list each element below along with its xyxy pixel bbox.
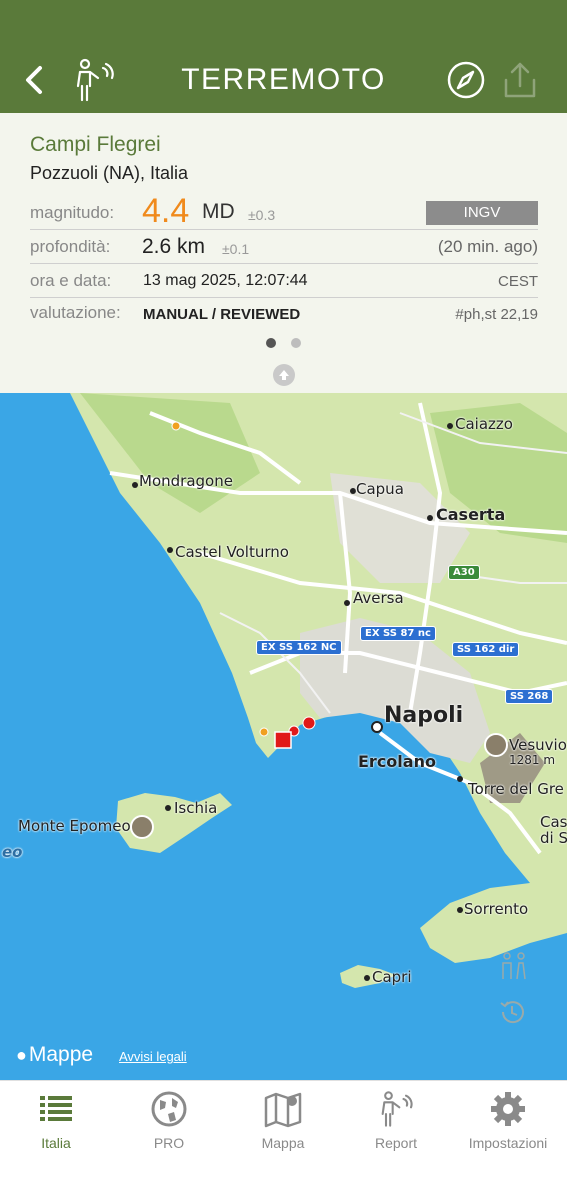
city-dot bbox=[344, 600, 350, 606]
compass-icon bbox=[447, 61, 485, 99]
place-label: Ercolano bbox=[358, 752, 436, 771]
city-dot bbox=[427, 515, 433, 521]
depth-error: ±0.1 bbox=[222, 241, 250, 257]
history-icon[interactable] bbox=[497, 997, 537, 1037]
page-indicator-active[interactable] bbox=[266, 338, 276, 348]
tab-impostazioni[interactable]: Impostazioni bbox=[458, 1089, 558, 1159]
tab-label: Italia bbox=[41, 1135, 71, 1151]
earthquake-marker[interactable] bbox=[171, 421, 181, 431]
globe-icon bbox=[151, 1091, 187, 1127]
list-icon bbox=[40, 1096, 72, 1121]
mountain-icon bbox=[130, 815, 154, 839]
evaluation-label: valutazione: bbox=[30, 303, 121, 322]
place-label: Monte Epomeo bbox=[18, 817, 131, 835]
app-header: TERREMOTO bbox=[0, 0, 567, 113]
place-label: Caserta bbox=[436, 505, 506, 524]
place-label: Caiazzo bbox=[455, 415, 513, 433]
magnitude-label: magnitudo: bbox=[30, 203, 115, 222]
city-dot bbox=[457, 907, 463, 913]
map-attribution: ● Mappe bbox=[16, 1043, 93, 1067]
evaluation-row: valutazione: MANUAL / REVIEWED #ph,st 22… bbox=[30, 297, 538, 329]
magnitude-type: MD bbox=[202, 200, 235, 223]
page-indicator[interactable] bbox=[291, 338, 301, 348]
timezone: CEST bbox=[497, 273, 538, 290]
place-label: Ischia bbox=[174, 799, 218, 817]
road-shield: A30 bbox=[448, 565, 480, 580]
place-label: Castel Volturno bbox=[175, 543, 289, 561]
share-icon bbox=[504, 62, 536, 98]
stations-count: #ph,st 22,19 bbox=[455, 306, 538, 323]
event-name: Campi Flegrei bbox=[30, 133, 161, 156]
place-label: 1281 m bbox=[509, 753, 556, 767]
share-button[interactable] bbox=[498, 58, 542, 102]
place-label: Capri bbox=[372, 968, 412, 986]
evaluation-value: MANUAL / REVIEWED bbox=[143, 306, 301, 323]
place-label: di S bbox=[540, 829, 567, 847]
road-shield: EX SS 87 nc bbox=[360, 626, 436, 641]
place-label: Vesuvio bbox=[509, 736, 567, 754]
place-label: Sorrento bbox=[464, 900, 529, 918]
time-ago: (20 min. ago) bbox=[437, 237, 538, 256]
agency-badge[interactable]: INGV bbox=[426, 201, 538, 225]
earthquake-marker[interactable] bbox=[302, 716, 316, 730]
gear-icon bbox=[491, 1092, 525, 1126]
city-dot bbox=[457, 776, 463, 782]
arrow-up-icon bbox=[279, 370, 289, 380]
depth-row: profondità: 2.6 km ±0.1 (20 min. ago) bbox=[30, 231, 538, 264]
collapse-panel-button[interactable] bbox=[273, 364, 295, 386]
road-shield: SS 162 dir bbox=[452, 642, 520, 657]
datetime-label: ora e data: bbox=[30, 271, 112, 290]
city-dot bbox=[165, 805, 171, 811]
magnitude-value: 4.4 bbox=[142, 192, 190, 230]
tab-label: PRO bbox=[153, 1135, 185, 1151]
attribution-text: Mappe bbox=[28, 1043, 94, 1066]
place-label: Torre del Gre bbox=[468, 780, 564, 798]
road-shield: EX SS 162 NC bbox=[256, 640, 342, 655]
tab-label: Report bbox=[374, 1135, 418, 1151]
legal-link[interactable]: Avvisi legali bbox=[119, 1049, 187, 1064]
tab-label: Impostazioni bbox=[468, 1135, 548, 1151]
map-icon bbox=[264, 1092, 302, 1128]
place-label: Napoli bbox=[384, 703, 464, 728]
datetime-value: 13 mag 2025, 12:07:44 bbox=[143, 272, 308, 289]
compass-button[interactable] bbox=[444, 58, 488, 102]
tab-pro[interactable]: PRO bbox=[119, 1089, 219, 1159]
tab-report[interactable]: Report bbox=[346, 1089, 446, 1159]
sorrento-peninsula bbox=[420, 873, 567, 963]
city-dot bbox=[371, 721, 383, 733]
place-label: Mondragone bbox=[139, 472, 233, 490]
tab-italia[interactable]: Italia bbox=[6, 1089, 106, 1159]
earthquake-info-panel[interactable]: Campi Flegrei Pozzuoli (NA), Italia magn… bbox=[0, 113, 567, 393]
tab-bar: Italia PRO Mappa Report Impostazioni bbox=[0, 1080, 567, 1201]
magnitude-error: ±0.3 bbox=[248, 207, 276, 223]
earthquake-marker[interactable] bbox=[259, 727, 269, 737]
epicenter-marker[interactable] bbox=[274, 731, 292, 749]
magnitude-row: magnitudo: 4.4 MD ±0.3 INGV bbox=[30, 192, 538, 230]
depth-label: profondità: bbox=[30, 237, 111, 256]
tab-label: Mappa bbox=[261, 1135, 305, 1151]
person-report-icon bbox=[381, 1091, 413, 1127]
depth-value: 2.6 km bbox=[142, 235, 206, 258]
city-dot bbox=[132, 482, 138, 488]
mountain-icon bbox=[484, 733, 508, 757]
event-location: Pozzuoli (NA), Italia bbox=[30, 163, 189, 183]
road-shield: SS 268 bbox=[505, 689, 554, 704]
place-label: Aversa bbox=[353, 589, 404, 607]
apple-logo-icon: ● bbox=[16, 1045, 27, 1065]
city-dot bbox=[167, 547, 173, 553]
city-dot bbox=[364, 975, 370, 981]
city-dot bbox=[447, 423, 453, 429]
place-label: Capua bbox=[356, 480, 404, 498]
datetime-row: ora e data: 13 mag 2025, 12:07:44 CEST bbox=[30, 265, 538, 298]
people-toggle-icon[interactable] bbox=[497, 951, 537, 991]
sea-label: eo bbox=[2, 843, 23, 861]
tab-mappa[interactable]: Mappa bbox=[233, 1089, 333, 1159]
